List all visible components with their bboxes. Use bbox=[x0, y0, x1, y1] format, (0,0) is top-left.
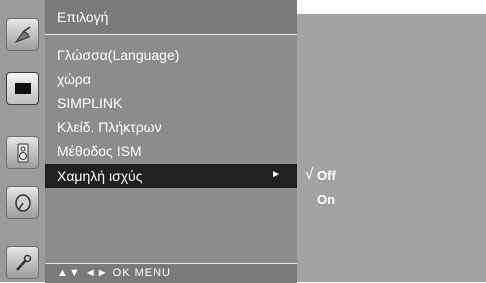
satellite-dish-icon[interactable] bbox=[6, 18, 39, 51]
navigation-hint: ▲▼ ◄► OK MENU bbox=[57, 267, 171, 279]
option-on[interactable]: On bbox=[297, 188, 486, 210]
sidebar bbox=[0, 0, 45, 282]
screen-icon[interactable] bbox=[6, 72, 39, 105]
menu-item-ism-method[interactable]: Μέθοδος ISM bbox=[45, 139, 297, 163]
low-power-submenu: √ Off On bbox=[297, 14, 486, 282]
menu-title-bar: Επιλογή bbox=[45, 0, 297, 35]
menu-item-label: Γλώσσα(Language) bbox=[57, 47, 180, 63]
option-menu: Επιλογή Γλώσσα(Language) χώρα SIMPLINK Κ… bbox=[45, 0, 297, 283]
menu-item-label: Κλείδ. Πλήκτρων bbox=[57, 119, 162, 135]
option-off[interactable]: √ Off bbox=[297, 164, 486, 186]
option-label: Off bbox=[317, 168, 336, 183]
menu-item-low-power[interactable]: Χαμηλή ισχύς ► bbox=[45, 164, 297, 188]
wrench-icon[interactable] bbox=[6, 246, 39, 279]
menu-title: Επιλογή bbox=[57, 9, 109, 25]
menu-item-country[interactable]: χώρα bbox=[45, 67, 297, 91]
speaker-icon[interactable] bbox=[6, 136, 39, 169]
menu-item-label: χώρα bbox=[57, 71, 91, 87]
menu-item-key-lock[interactable]: Κλείδ. Πλήκτρων bbox=[45, 115, 297, 139]
submenu-arrow-icon: ► bbox=[271, 169, 281, 180]
speaker-icon-glyph bbox=[17, 143, 28, 162]
menu-item-simplink[interactable]: SIMPLINK bbox=[45, 91, 297, 115]
wrench-icon-glyph bbox=[15, 254, 31, 271]
checkmark-icon: √ bbox=[305, 166, 314, 183]
menu-item-label: SIMPLINK bbox=[57, 95, 123, 111]
option-label: On bbox=[317, 192, 336, 207]
clock-icon[interactable] bbox=[6, 186, 39, 219]
menu-item-label: Μέθοδος ISM bbox=[57, 143, 142, 159]
screen-icon-glyph bbox=[14, 82, 31, 94]
menu-item-label: Χαμηλή ισχύς bbox=[57, 168, 143, 184]
menu-item-language[interactable]: Γλώσσα(Language) bbox=[45, 43, 297, 67]
navigation-hint-bar: ▲▼ ◄► OK MENU bbox=[45, 263, 297, 283]
clock-icon-glyph bbox=[14, 193, 31, 212]
satellite-dish-icon-glyph bbox=[14, 25, 30, 43]
